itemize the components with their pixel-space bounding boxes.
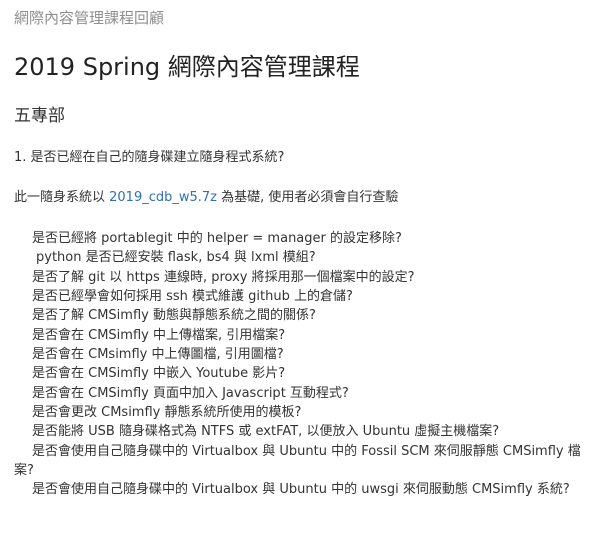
intro-paragraph: 此一隨身系統以 2019_cdb_w5.7z 為基礎, 使用者必須會自行查驗 [14,189,398,207]
checklist-item: 是否會更改 CMsimfly 靜態系統所使用的模板? [32,405,302,421]
checklist-item: 是否能將 USB 隨身碟格式為 NTFS 或 extFAT, 以便放入 Ubun… [32,424,500,440]
archive-download-link[interactable]: 2019_cdb_w5.7z [109,190,217,205]
checklist-item: 是否會在 CMSimfly 中嵌入 Youtube 影片? [32,366,286,382]
checklist-item: 是否會在 CMSimfly 頁面中加入 Javascript 互動程式? [32,385,349,401]
checklist-item: 是否會在 CMSimfly 中上傳檔案, 引用檔案? [32,327,286,343]
checklist-item: python 是否已經安裝 flask, bs4 與 lxml 模組? [36,250,316,266]
site-title-link[interactable]: 網際內容管理課程回顧 [14,8,164,28]
checklist-item: 是否會使用自己隨身碟中的 Virtualbox 與 Ubuntu 中的 uwsg… [32,482,570,498]
checklist: 是否已經將 portablegit 中的 helper = manager 的設… [14,229,594,500]
intro-suffix: 為基礎, 使用者必須會自行查驗 [217,190,399,205]
checklist-item: 是否已經將 portablegit 中的 helper = manager 的設… [32,231,402,246]
page-title: 2019 Spring 網際內容管理課程 [14,53,360,81]
checklist-item: 是否會在 CMsimfly 中上傳圖檔, 引用圖檔? [32,347,284,363]
checklist-item: 是否會使用自己隨身碟中的 Virtualbox 與 Ubuntu 中的 Foss… [14,443,581,479]
page: 網際內容管理課程回顧 2019 Spring 網際內容管理課程 五專部 1. 是… [0,0,604,542]
checklist-item: 是否了解 CMSimfly 動態與靜態系統之間的關係? [32,308,316,324]
checklist-item: 是否已經學會如何採用 ssh 模式維護 github 上的倉儲? [32,289,353,305]
question-heading: 1. 是否已經在自己的隨身碟建立隨身程式系統? [14,150,285,165]
intro-prefix: 此一隨身系統以 [14,190,110,205]
section-heading: 五專部 [14,106,65,126]
checklist-item: 是否了解 git 以 https 連線時, proxy 將採用那一個檔案中的設定… [32,269,415,285]
